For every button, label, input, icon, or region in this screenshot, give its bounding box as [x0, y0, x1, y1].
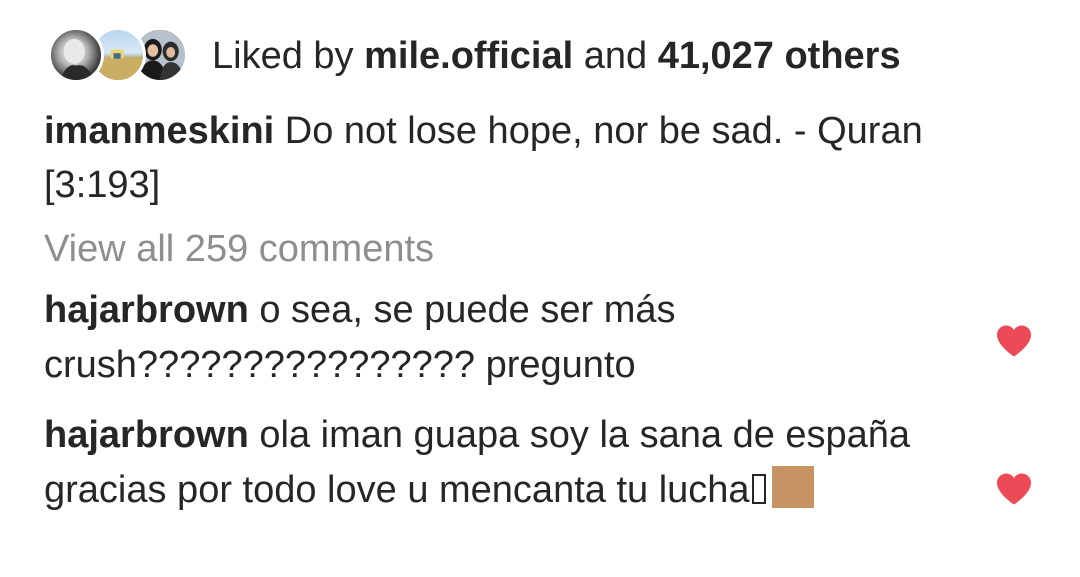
- view-all-comments-link[interactable]: View all 259 comments: [44, 224, 434, 274]
- avatar[interactable]: [48, 27, 104, 83]
- likes-prefix: Liked by: [212, 35, 365, 77]
- likes-middle: and: [573, 35, 658, 77]
- caption-username[interactable]: imanmeskini: [44, 110, 274, 152]
- unsupported-emoji-glyph: [751, 474, 766, 504]
- liker-avatars[interactable]: [48, 25, 188, 87]
- comment: hajarbrown o sea, se puede ser más crush…: [44, 283, 944, 393]
- comment-username[interactable]: hajarbrown: [44, 289, 249, 331]
- likes-row: Liked by mile.official and 41,027 others: [48, 24, 901, 88]
- comment: hajarbrown ola iman guapa soy la sana de…: [44, 408, 944, 518]
- likes-summary[interactable]: Liked by mile.official and 41,027 others: [212, 33, 901, 79]
- avatar-image: [59, 38, 94, 80]
- post-caption: imanmeskini Do not lose hope, nor be sad…: [44, 104, 1004, 212]
- skin-tone-emoji: [771, 466, 814, 508]
- heart-icon[interactable]: [995, 324, 1033, 358]
- heart-icon[interactable]: [995, 472, 1033, 506]
- liker-username[interactable]: mile.official: [364, 35, 573, 77]
- comment-username[interactable]: hajarbrown: [44, 414, 249, 456]
- likes-count[interactable]: 41,027 others: [658, 35, 901, 77]
